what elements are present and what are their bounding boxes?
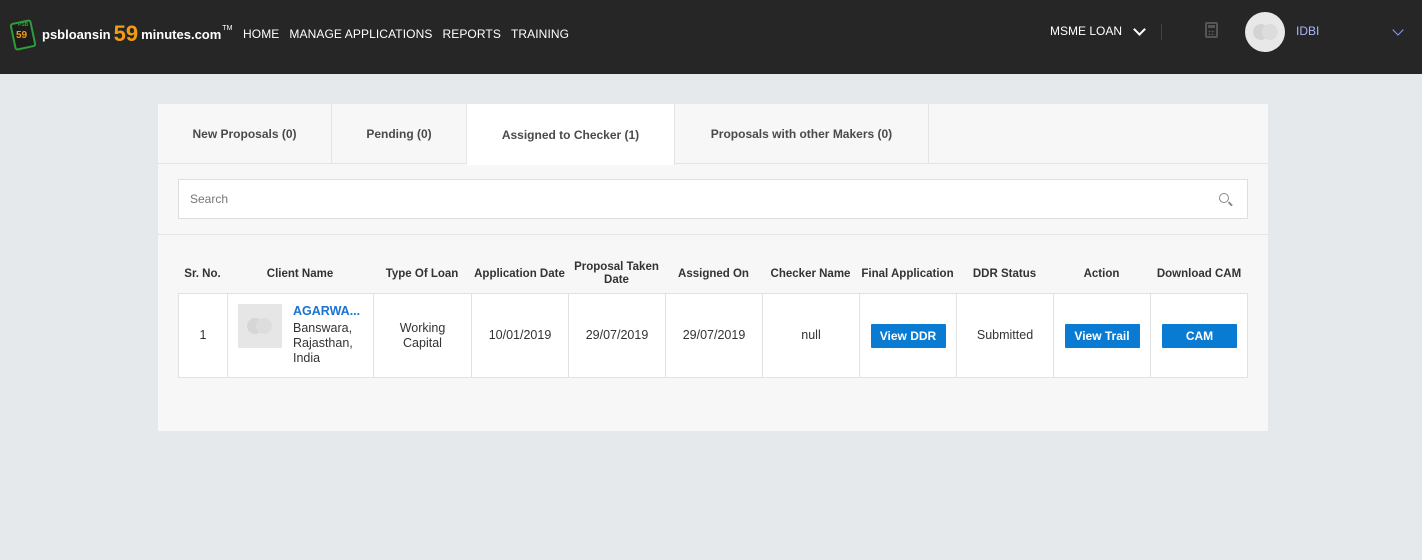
top-navbar: PSB 59 psbloansin 59 minutes.com TM HOME…: [0, 0, 1422, 74]
cell-loan-type: Working Capital: [374, 294, 472, 377]
calculator-icon[interactable]: [1205, 22, 1218, 38]
client-info: AGARWA... Banswara, Rajasthan, India: [293, 304, 373, 366]
cell-download-cam: CAM: [1151, 294, 1248, 377]
proposals-panel: New Proposals (0) Pending (0) Assigned t…: [158, 104, 1268, 431]
logo-text-prefix: psbloansin: [42, 26, 111, 42]
tab-new-proposals[interactable]: New Proposals (0): [158, 104, 332, 164]
avatar[interactable]: [1245, 12, 1285, 52]
cell-checker-name: null: [763, 294, 860, 377]
search-input[interactable]: [179, 180, 1209, 218]
col-application-date: Application Date: [474, 267, 565, 280]
nav-manage-applications[interactable]: MANAGE APPLICATIONS: [289, 27, 432, 41]
cell-application-date: 10/01/2019: [472, 294, 569, 377]
col-final-application: Final Application: [861, 267, 954, 280]
view-trail-button[interactable]: View Trail: [1064, 323, 1140, 348]
col-client-name: Client Name: [266, 267, 334, 280]
col-action: Action: [1083, 267, 1120, 280]
client-thumbnail: [238, 304, 282, 348]
app-logo[interactable]: PSB 59 psbloansin 59 minutes.com TM: [8, 14, 232, 54]
logo-number: 59: [113, 21, 139, 46]
loan-type-label: MSME LOAN: [1050, 24, 1123, 38]
main-nav: HOME MANAGE APPLICATIONS REPORTS TRAININ…: [243, 27, 569, 41]
col-sr-no: Sr. No.: [184, 267, 221, 280]
cell-ddr-status: Submitted: [957, 294, 1054, 377]
user-menu-chevron-icon[interactable]: [1392, 24, 1404, 36]
tab-pending[interactable]: Pending (0): [332, 104, 467, 164]
cell-action: View Trail: [1054, 294, 1151, 377]
logo-text-suffix: minutes.com: [141, 26, 222, 42]
col-proposal-taken-date: Proposal Taken Date: [574, 261, 659, 286]
col-type-of-loan: Type Of Loan: [385, 267, 459, 280]
col-checker-name: Checker Name: [770, 267, 851, 280]
logo-badge-icon: PSB 59: [8, 17, 38, 51]
col-download-cam: Download CAM: [1156, 267, 1242, 280]
client-name-link[interactable]: AGARWA...: [293, 304, 373, 319]
logo-badge-number: 59: [16, 30, 28, 41]
table-header: Sr. No. Client Name Type Of Loan Applica…: [178, 254, 1248, 294]
header-divider: [1161, 24, 1162, 40]
cell-proposal-taken-date: 29/07/2019: [569, 294, 666, 377]
cell-client: AGARWA... Banswara, Rajasthan, India: [228, 294, 374, 377]
user-name[interactable]: IDBI: [1296, 24, 1319, 38]
tab-assigned-to-checker[interactable]: Assigned to Checker (1): [467, 104, 675, 165]
search-icon[interactable]: [1219, 193, 1229, 203]
col-assigned-on: Assigned On: [678, 267, 749, 280]
nav-home[interactable]: HOME: [243, 27, 279, 41]
cell-final-application: View DDR: [860, 294, 957, 377]
tab-proposals-other-makers[interactable]: Proposals with other Makers (0): [675, 104, 929, 164]
view-ddr-button[interactable]: View DDR: [870, 323, 946, 348]
table-row: 1 AGARWA... Banswara, Rajasthan, India W…: [178, 293, 1248, 378]
logo-trademark: TM: [222, 24, 233, 32]
nav-training[interactable]: TRAINING: [511, 27, 569, 41]
cell-assigned-on: 29/07/2019: [666, 294, 763, 377]
nav-reports[interactable]: REPORTS: [442, 27, 501, 41]
search-box: [178, 179, 1248, 219]
cell-sr-no: 1: [179, 294, 228, 377]
divider: [158, 234, 1268, 235]
col-ddr-status: DDR Status: [972, 267, 1037, 280]
loan-type-dropdown[interactable]: MSME LOAN: [1050, 22, 1146, 38]
cam-download-button[interactable]: CAM: [1162, 323, 1237, 348]
logo-badge-top: PSB: [18, 22, 29, 28]
client-location: Banswara, Rajasthan, India: [293, 321, 353, 365]
chevron-down-icon: [1133, 22, 1146, 36]
proposal-tabs: New Proposals (0) Pending (0) Assigned t…: [158, 104, 1268, 165]
